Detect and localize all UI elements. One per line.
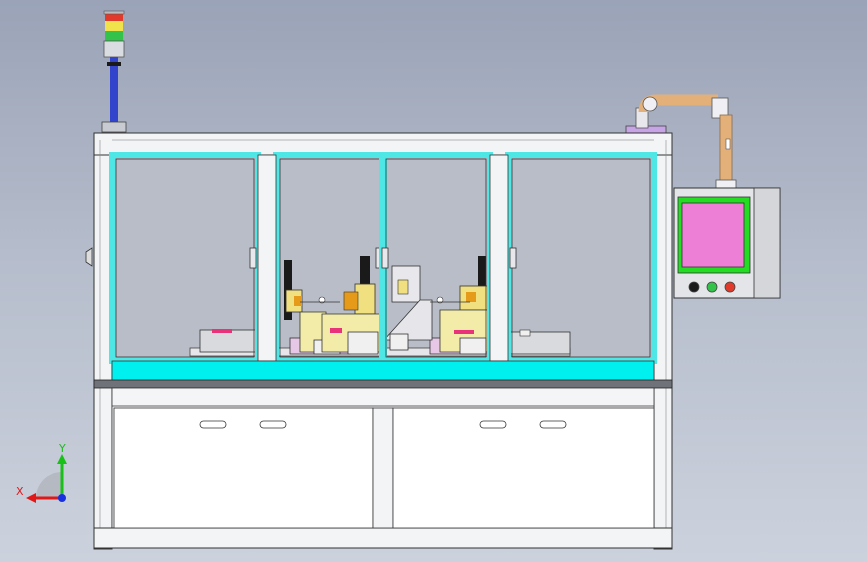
tower-light-yellow — [105, 21, 123, 31]
signal-tower — [101, 10, 127, 133]
coordinate-triad: Y X — [16, 442, 67, 503]
cabinet-handle[interactable] — [259, 420, 287, 429]
tower-light-green — [105, 31, 123, 41]
cabinet-handle[interactable] — [199, 420, 227, 429]
cad-viewport[interactable]: Y X — [0, 0, 867, 562]
lower-cabinet — [93, 387, 673, 549]
green-button[interactable] — [706, 281, 718, 293]
signal-tower-pole — [110, 56, 118, 132]
deck-rail — [93, 379, 673, 389]
cabinet-handle[interactable] — [479, 420, 507, 429]
y-axis-label: Y — [58, 442, 66, 455]
door-handle[interactable] — [381, 247, 389, 269]
x-axis-label: X — [16, 485, 24, 498]
black-button[interactable] — [688, 281, 700, 293]
cabinet-handle[interactable] — [539, 420, 567, 429]
door-handle[interactable] — [249, 247, 257, 269]
cabinet-door-left[interactable] — [113, 407, 374, 529]
door-handle[interactable] — [509, 247, 517, 269]
hmi-screen[interactable] — [681, 202, 745, 268]
z-axis-dot — [58, 494, 66, 502]
control-box[interactable] — [673, 187, 781, 299]
red-button[interactable] — [724, 281, 736, 293]
machine-deck — [111, 360, 655, 382]
cabinet-door-right[interactable] — [392, 407, 655, 529]
tower-base — [101, 121, 127, 133]
